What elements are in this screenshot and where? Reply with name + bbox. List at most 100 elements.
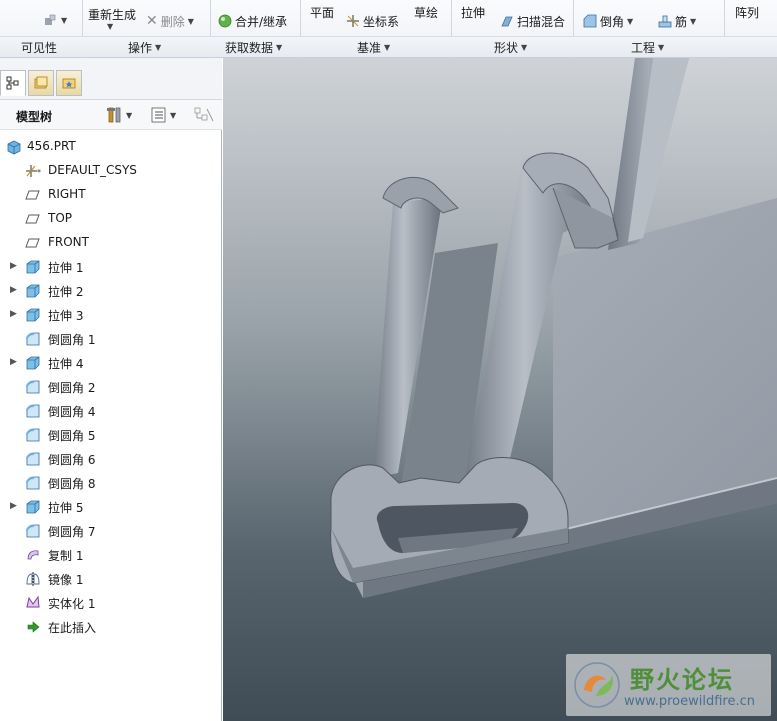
tab-favorites[interactable] [56, 70, 82, 96]
group-datum[interactable]: 基准 ▼ [357, 39, 390, 56]
tree-filter-button[interactable] [194, 106, 214, 124]
delete-button[interactable]: ✕ 删除 ▼ [146, 11, 194, 31]
tree-item[interactable]: 倒圆角 1 [0, 328, 218, 350]
dropdown-caret-icon: ▼ [170, 110, 177, 120]
extrude-icon [25, 355, 41, 371]
extrude-label: 拉伸 [461, 5, 486, 20]
expand-arrow-icon[interactable]: ▶ [10, 357, 20, 367]
rib-button[interactable]: 筋 ▼ [658, 11, 696, 31]
expand-arrow-icon[interactable]: ▶ [10, 261, 20, 271]
chamfer-label: 倒角 [600, 14, 625, 29]
delete-x-icon: ✕ [146, 13, 158, 29]
rib-icon [658, 15, 672, 28]
sketch-button[interactable]: 草绘 [414, 2, 438, 22]
merge-inherit-label: 合并/继承 [235, 14, 288, 29]
tree-item[interactable]: 倒圆角 8 [0, 472, 218, 494]
tree-item[interactable]: 倒圆角 2 [0, 376, 218, 398]
tree-item[interactable]: ▶ 拉伸 4 [0, 352, 218, 374]
model-tree-header: 模型树 ▼ ▼ [0, 100, 222, 130]
copy-icon [25, 547, 41, 563]
tree-item-label: TOP [48, 211, 73, 225]
extrude-button[interactable]: 拉伸 [461, 2, 485, 22]
tree-item[interactable]: 456.PRT [0, 136, 218, 158]
sweep-blend-button[interactable]: 扫描混合 [500, 11, 565, 31]
tree-item-label: 倒圆角 7 [48, 525, 96, 539]
solidify-icon [25, 595, 41, 611]
tree-item[interactable]: ▶ 拉伸 2 [0, 280, 218, 302]
part-3d-model[interactable] [223, 58, 777, 721]
dropdown-caret-icon: ▼ [627, 16, 634, 26]
navigator-panel: 模型树 ▼ ▼ 456.PRT * DEFAULT_CSYS RIGHT TOP… [0, 58, 222, 721]
expand-arrow-icon[interactable]: ▶ [10, 285, 20, 295]
tree-item[interactable]: 倒圆角 4 [0, 400, 218, 422]
tree-item[interactable]: 镜像 1 [0, 568, 218, 590]
tree-item-label: 拉伸 2 [48, 285, 84, 299]
sweep-blend-icon [501, 16, 513, 27]
graphics-viewport[interactable]: 野火论坛 www.proewildfire.cn [223, 58, 777, 721]
datum-plane-icon [25, 235, 41, 251]
svg-text:*: * [37, 168, 41, 177]
expand-arrow-icon[interactable]: ▶ [10, 501, 20, 511]
rib-label: 筋 [675, 14, 688, 29]
tree-item[interactable]: 在此插入 [0, 616, 218, 638]
tree-item[interactable]: 倒圆角 5 [0, 424, 218, 446]
chamfer-icon [583, 14, 597, 28]
group-operations-label: 操作 [128, 41, 153, 55]
round-icon [25, 523, 41, 539]
expand-arrow-icon[interactable]: ▶ [10, 309, 20, 319]
tree-item-label: DEFAULT_CSYS [48, 163, 137, 177]
insert-here-arrow-icon [25, 619, 41, 635]
dropdown-caret-icon: ▼ [126, 110, 133, 120]
tab-model-tree[interactable] [0, 70, 26, 96]
regenerate-button[interactable]: 重新生成 [88, 4, 136, 24]
tree-item[interactable]: 倒圆角 6 [0, 448, 218, 470]
tree-show-button[interactable]: ▼ [150, 106, 176, 124]
group-engineering[interactable]: 工程 ▼ [631, 39, 664, 56]
tree-item[interactable]: 实体化 1 [0, 592, 218, 614]
forum-watermark: 野火论坛 www.proewildfire.cn [566, 654, 771, 716]
list-view-icon [151, 107, 166, 123]
tree-item[interactable]: ▶ 拉伸 1 [0, 256, 218, 278]
tab-folder-browser[interactable] [28, 70, 54, 96]
pattern-button[interactable]: 阵列 [735, 2, 759, 22]
group-shapes-label: 形状 [494, 41, 519, 55]
tree-item-label: 倒圆角 8 [48, 477, 96, 491]
tree-item-label: 实体化 1 [48, 597, 96, 611]
tree-settings-button[interactable]: ▼ [106, 106, 132, 124]
tree-filter-icon [194, 107, 214, 122]
plane-button[interactable]: 平面 [310, 2, 334, 22]
merge-inherit-button[interactable]: 合并/继承 [218, 11, 287, 31]
part-icon [6, 139, 22, 155]
round-icon [25, 403, 41, 419]
group-get-data[interactable]: 获取数据 ▼ [225, 39, 282, 56]
tree-item-label: RIGHT [48, 187, 86, 201]
tree-item[interactable]: ▶ 拉伸 5 [0, 496, 218, 518]
tree-item[interactable]: FRONT [0, 232, 218, 254]
tree-item[interactable]: TOP [0, 208, 218, 230]
model-tree-tab-icon [6, 76, 19, 90]
visibility-button[interactable]: ▼ [44, 10, 67, 30]
coordinate-system-button[interactable]: 坐标系 [346, 11, 399, 31]
csys-label: 坐标系 [363, 14, 400, 29]
group-get-data-label: 获取数据 [225, 41, 274, 55]
watermark-url: www.proewildfire.cn [624, 694, 755, 709]
dropdown-caret-icon: ▼ [155, 43, 162, 52]
tree-item-label: 复制 1 [48, 549, 84, 563]
group-visibility[interactable]: 可见性 [21, 39, 57, 56]
tree-item[interactable]: ▶ 拉伸 3 [0, 304, 218, 326]
round-icon [25, 427, 41, 443]
tree-item-label: FRONT [48, 235, 89, 249]
group-shapes[interactable]: 形状 ▼ [494, 39, 527, 56]
tree-item[interactable]: RIGHT [0, 184, 218, 206]
tree-item-label: 在此插入 [48, 621, 97, 635]
tree-item[interactable]: 倒圆角 7 [0, 520, 218, 542]
tree-item-label: 拉伸 4 [48, 357, 84, 371]
datum-plane-icon [25, 187, 41, 203]
round-icon [25, 451, 41, 467]
tree-item[interactable]: * DEFAULT_CSYS [0, 160, 218, 182]
hammer-tools-icon [107, 107, 121, 123]
chamfer-button[interactable]: 倒角 ▼ [583, 11, 633, 31]
dropdown-caret-icon[interactable]: ▼ [107, 22, 113, 31]
tree-item[interactable]: 复制 1 [0, 544, 218, 566]
group-operations[interactable]: 操作 ▼ [128, 39, 161, 56]
